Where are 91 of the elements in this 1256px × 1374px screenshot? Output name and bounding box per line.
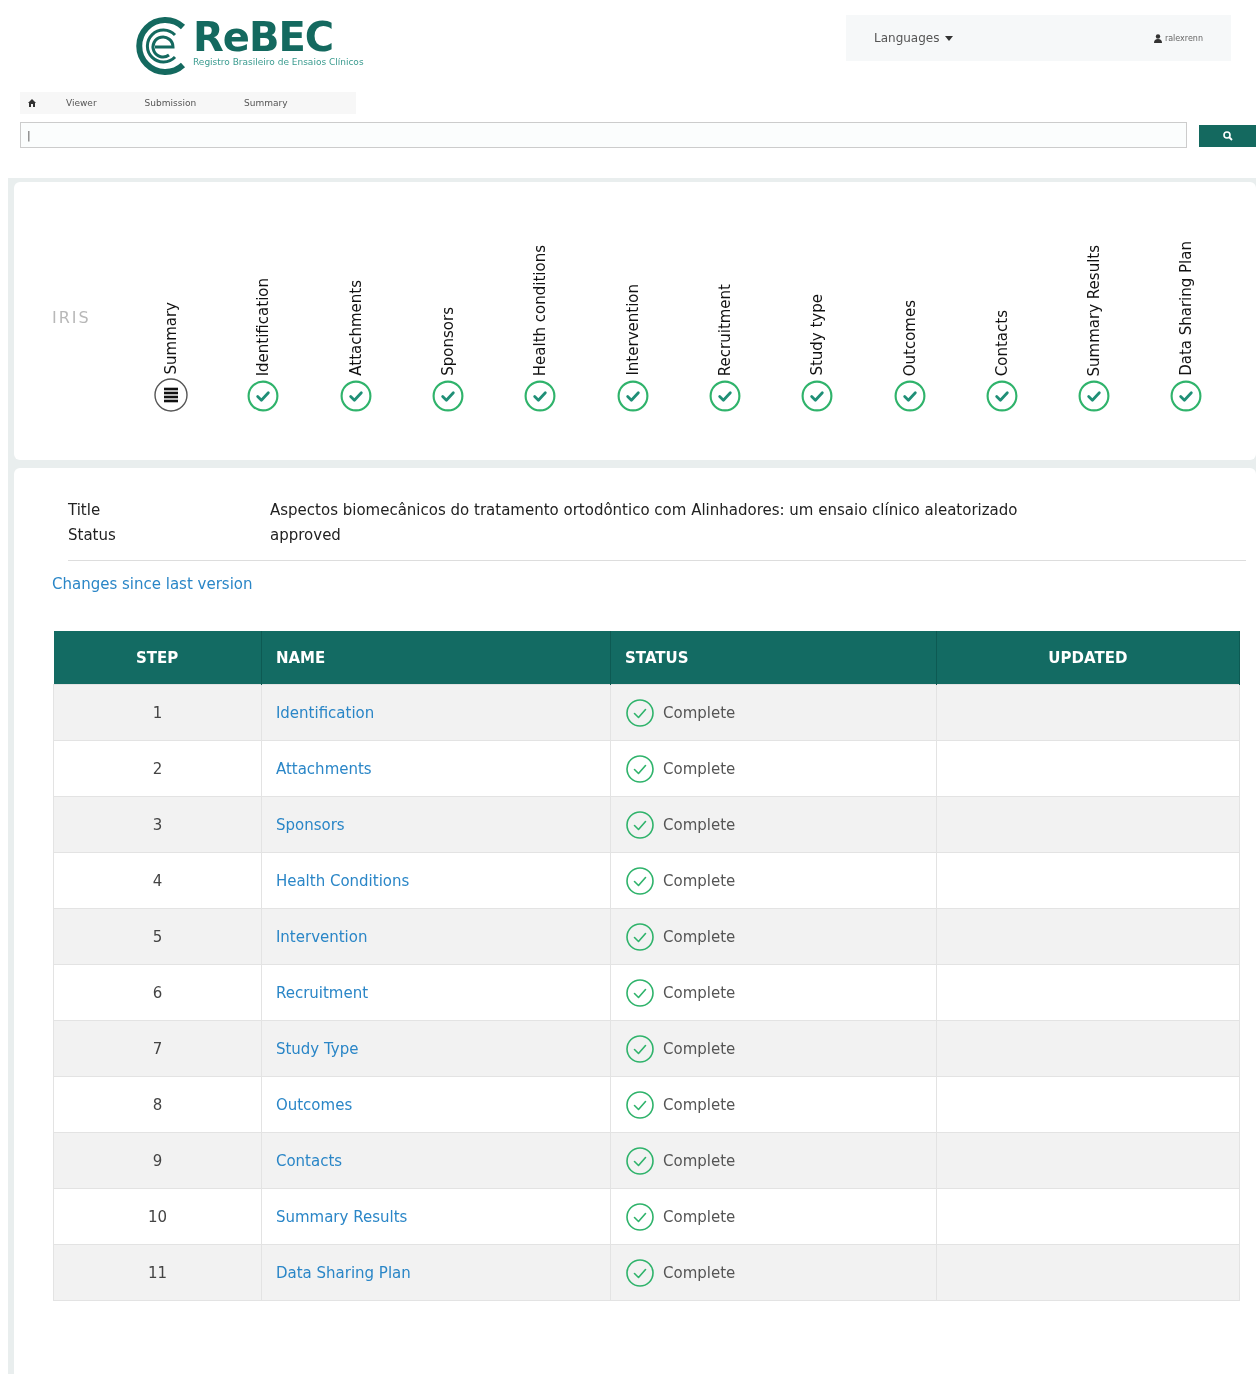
column-header: UPDATED — [936, 631, 1240, 685]
step-link[interactable]: Recruitment — [275, 983, 369, 1002]
check-circle-icon — [625, 1033, 656, 1064]
check-circle-icon — [985, 380, 1018, 412]
breadcrumb-item[interactable]: Submission — [144, 98, 197, 108]
user-link[interactable]: ralexrenn — [1164, 33, 1203, 43]
check-circle-icon — [616, 380, 649, 412]
table-cell: 4 — [53, 852, 262, 909]
table-cell: 9 — [53, 1132, 262, 1189]
step-label[interactable]: Outcomes — [900, 299, 919, 376]
step-link[interactable]: Outcomes — [275, 1095, 353, 1114]
step-link[interactable]: Data Sharing Plan — [275, 1263, 411, 1282]
status-text: Complete — [663, 983, 736, 1002]
languages-dropdown[interactable]: Languages — [874, 31, 954, 45]
check-circle-icon — [625, 1257, 656, 1288]
check-circle-icon — [625, 1089, 656, 1120]
list-icon — [154, 378, 189, 412]
table-cell: 7 — [53, 1020, 262, 1077]
step-label[interactable]: Recruitment — [715, 283, 734, 376]
table-cell: 1 — [53, 684, 262, 741]
check-circle-icon — [625, 753, 656, 784]
check-circle-icon — [1170, 380, 1203, 412]
status-text: Complete — [663, 1263, 736, 1282]
step-link[interactable]: Sponsors — [275, 815, 345, 834]
search-icon — [1222, 131, 1233, 141]
column-header: STATUS — [610, 631, 937, 685]
table-cell: 10 — [53, 1188, 262, 1245]
changes-link[interactable]: Changes since last version — [52, 575, 253, 593]
check-circle-icon — [339, 380, 372, 412]
status-text: Complete — [663, 1207, 736, 1226]
status-text: Complete — [663, 759, 736, 778]
step-label[interactable]: Summary — [162, 301, 181, 374]
table-cell: 3 — [53, 796, 262, 853]
logo-subtitle: Registro Brasileiro de Ensaios Clínicos — [193, 57, 364, 67]
status-text: Complete — [663, 703, 736, 722]
check-circle-icon — [625, 809, 656, 840]
step-label[interactable]: Study type — [808, 294, 827, 376]
table-cell: 2 — [53, 740, 262, 797]
field-value: approved — [270, 525, 342, 546]
field-value: Aspectos biomecânicos do tratamento ortodôntico com Alinhadores: um ensaio clínico aleatorizado — [270, 500, 1019, 521]
check-circle-icon — [625, 865, 656, 896]
column-header: NAME — [261, 631, 611, 685]
step-link[interactable]: Study Type — [275, 1039, 359, 1058]
table-cell: 6 — [53, 964, 262, 1021]
breadcrumb-item[interactable]: Summary — [244, 98, 288, 108]
check-circle-icon — [524, 380, 557, 412]
table-cell: 11 — [53, 1244, 262, 1301]
step-link[interactable]: Contacts — [275, 1151, 343, 1170]
field-label: Status — [68, 525, 117, 546]
search-button[interactable] — [1199, 125, 1256, 147]
step-label[interactable]: Contacts — [992, 309, 1011, 376]
step-label[interactable]: Attachments — [346, 280, 365, 376]
step-label[interactable]: Summary Results — [1085, 244, 1104, 376]
check-circle-icon — [625, 697, 656, 728]
search-field[interactable]: | — [20, 122, 1187, 148]
check-circle-icon — [432, 380, 465, 412]
check-circle-icon — [625, 1145, 656, 1176]
check-circle-icon — [625, 921, 656, 952]
check-circle-icon — [247, 380, 280, 412]
user-icon — [1153, 33, 1162, 43]
step-link[interactable]: Attachments — [275, 759, 372, 778]
check-circle-icon — [801, 380, 834, 412]
status-text: Complete — [663, 1095, 736, 1114]
status-text: Complete — [663, 871, 736, 890]
step-label[interactable]: Identification — [254, 277, 273, 376]
step-label[interactable]: Sponsors — [439, 307, 458, 376]
column-header: STEP — [53, 631, 262, 685]
step-label[interactable]: Health conditions — [531, 244, 550, 376]
step-link[interactable]: Identification — [275, 703, 375, 722]
step-link[interactable]: Intervention — [275, 927, 368, 946]
step-link[interactable]: Summary Results — [275, 1207, 408, 1226]
check-circle-icon — [708, 380, 741, 412]
field-label: Title — [68, 500, 102, 521]
home-icon[interactable] — [28, 99, 36, 107]
step-label[interactable]: Intervention — [623, 284, 642, 376]
check-circle-icon — [1078, 380, 1111, 412]
status-text: Complete — [663, 1151, 736, 1170]
logo-text: ReBEC — [193, 15, 334, 59]
check-circle-icon — [625, 1201, 656, 1232]
step-link[interactable]: Health Conditions — [275, 871, 410, 890]
faint-label: IRIS — [52, 308, 91, 327]
check-circle-icon — [625, 977, 656, 1008]
status-text: Complete — [663, 815, 736, 834]
breadcrumb-item[interactable]: Viewer — [66, 98, 97, 108]
step-label[interactable]: Data Sharing Plan — [1177, 241, 1196, 376]
status-text: Complete — [663, 927, 736, 946]
table-cell: 8 — [53, 1076, 262, 1133]
table-cell: 5 — [53, 908, 262, 965]
check-circle-icon — [893, 380, 926, 412]
caret-icon — [945, 35, 954, 41]
status-text: Complete — [663, 1039, 736, 1058]
